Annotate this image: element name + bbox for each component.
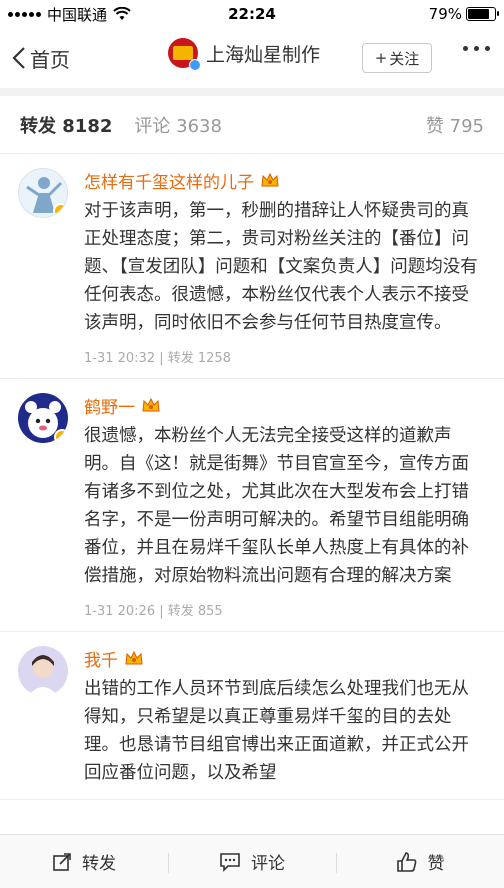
avatar-portrait-icon — [28, 655, 58, 696]
like-button[interactable]: 赞 — [336, 849, 504, 874]
back-button[interactable]: 首页 — [12, 44, 70, 73]
tab-repost-label: 转发 — [20, 115, 56, 137]
post-body: 我千 出错的工作人员环节到底后续怎么处理我们也无从得知，只希望是以真正尊重易烊千… — [84, 646, 486, 787]
list-item[interactable]: 我千 出错的工作人员环节到底后续怎么处理我们也无从得知，只希望是以真正尊重易烊千… — [0, 632, 504, 800]
comment-label: 评论 — [251, 854, 285, 874]
post-meta: 1-31 20:32 | 转发 1258 — [84, 351, 231, 366]
nav-account[interactable]: 上海灿星制作 — [168, 38, 321, 71]
follow-label: 关注 — [389, 49, 420, 68]
thumbs-up-icon — [396, 851, 416, 872]
tab-comment-count: 3638 — [176, 115, 222, 137]
post-author: 鹤野一 — [84, 393, 486, 418]
author-name[interactable]: 鹤野一 — [84, 393, 135, 418]
post-text: 很遗憾，本粉丝个人无法完全接受这样的道歉声明。自《这！就是街舞》节目官宣至今，宣… — [84, 426, 469, 586]
battery-icon — [466, 7, 499, 21]
verified-badge-icon — [53, 203, 67, 217]
nav-title: 上海灿星制作 — [206, 43, 321, 66]
tab-repost[interactable]: 转发 8182 — [20, 112, 112, 138]
list-item[interactable]: 鹤野一 很遗憾，本粉丝个人无法完全接受这样的道歉声明。自《这！就是街舞》节目官宣… — [0, 379, 504, 632]
tab-like-count: 795 — [449, 115, 484, 137]
author-name[interactable]: 怎样有千玺这样的儿子 — [84, 168, 254, 193]
nav-bar: 首页 上海灿星制作 + 关注 — [0, 28, 504, 88]
author-name[interactable]: 我千 — [84, 646, 118, 671]
battery-fill — [468, 9, 489, 19]
crown-icon — [142, 397, 160, 412]
tab-repost-count: 8182 — [62, 115, 113, 137]
follow-button[interactable]: + 关注 — [362, 43, 432, 73]
status-bar: 中国联通 22:24 79% — [0, 0, 504, 28]
like-label: 赞 — [427, 854, 445, 874]
post-body: 怎样有千玺这样的儿子 对于该声明，第一，秒删的措辞让人怀疑贵司的真正处理态度；第… — [84, 168, 486, 367]
comment-button[interactable]: 评论 — [168, 849, 336, 874]
more-icon[interactable] — [463, 46, 490, 51]
signal-icon — [8, 11, 41, 17]
post-text: 对于该声明，第一，秒删的措辞让人怀疑贵司的真正处理态度；第二，贵司对粉丝关注的【… — [84, 201, 478, 333]
tab-like-label: 赞 — [425, 115, 444, 137]
wifi-icon — [113, 7, 131, 20]
crown-icon — [261, 172, 279, 187]
status-left: 中国联通 — [8, 4, 131, 25]
list-item[interactable]: 怎样有千玺这样的儿子 对于该声明，第一，秒删的措辞让人怀疑贵司的真正处理态度；第… — [0, 154, 504, 379]
avatar[interactable] — [18, 646, 68, 696]
plus-icon: + — [374, 49, 388, 67]
repost-label: 转发 — [82, 854, 116, 874]
tab-comment[interactable]: 评论 3638 — [134, 112, 222, 138]
chevron-left-icon — [12, 47, 25, 69]
account-logo — [168, 38, 201, 71]
tab-comment-label: 评论 — [134, 115, 171, 137]
status-right: 79% — [428, 5, 499, 23]
post-body: 鹤野一 很遗憾，本粉丝个人无法完全接受这样的道歉声明。自《这！就是街舞》节目官宣… — [84, 393, 486, 620]
tab-like[interactable]: 赞 795 — [426, 112, 484, 138]
verified-badge-icon — [54, 429, 68, 443]
repost-button[interactable]: 转发 — [0, 849, 168, 874]
repost-list[interactable]: 怎样有千玺这样的儿子 对于该声明，第一，秒删的措辞让人怀疑贵司的真正处理态度；第… — [0, 154, 504, 834]
carrier-label: 中国联通 — [47, 5, 108, 24]
comment-icon — [220, 852, 240, 872]
crown-icon — [125, 650, 143, 665]
post-meta: 1-31 20:26 | 转发 855 — [84, 604, 223, 619]
post-text: 出错的工作人员环节到底后续怎么处理我们也无从得知，只希望是以真正尊重易烊千玺的目… — [84, 679, 469, 783]
back-label: 首页 — [30, 47, 70, 72]
repost-icon — [53, 852, 71, 871]
avatar[interactable] — [18, 168, 68, 218]
post-author: 我千 — [84, 646, 486, 671]
battery-percent: 79% — [428, 5, 462, 23]
verified-badge-icon — [189, 59, 201, 71]
post-author: 怎样有千玺这样的儿子 — [84, 168, 486, 193]
bottom-action-bar: 转发 评论 赞 — [0, 834, 504, 888]
avatar[interactable] — [18, 393, 68, 443]
tab-bar: 转发 8182 评论 3638 赞 795 — [0, 96, 504, 154]
divider — [0, 88, 504, 96]
